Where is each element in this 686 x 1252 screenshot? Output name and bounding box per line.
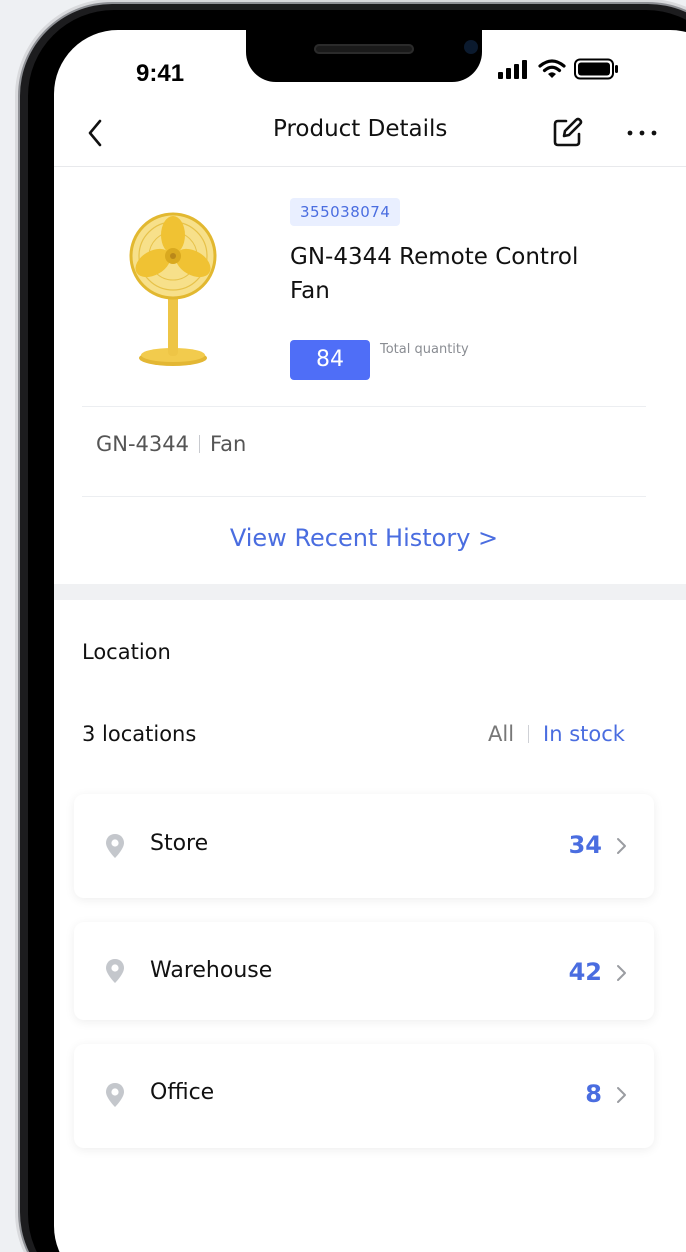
- product-meta: GN-4344 Fan: [96, 432, 246, 456]
- product-category: Fan: [210, 432, 247, 456]
- status-icons: [498, 58, 620, 80]
- location-name: Office: [150, 1080, 215, 1105]
- device-stage: 9:41 Product Details 355038074 GN-4344 R…: [0, 0, 686, 1252]
- navigation-bar: Product Details: [54, 100, 686, 167]
- location-section-title: Location: [82, 640, 171, 664]
- section-separator: [54, 584, 686, 600]
- location-quantity: 42: [568, 958, 602, 986]
- location-pin-icon: [106, 834, 124, 858]
- location-count: 3 locations: [82, 722, 197, 746]
- chevron-left-icon[interactable]: [82, 118, 110, 148]
- status-time: 9:41: [136, 60, 185, 87]
- view-recent-history-link[interactable]: View Recent History >: [54, 524, 674, 552]
- filter-separator: [528, 725, 530, 743]
- location-card-office[interactable]: Office 8: [74, 1044, 654, 1148]
- sku-badge: 355038074: [290, 198, 401, 226]
- location-card-warehouse[interactable]: Warehouse 42: [74, 922, 654, 1020]
- total-quantity-badge: 84: [290, 340, 370, 380]
- product-model: GN-4344: [96, 432, 190, 456]
- total-quantity-label: Total quantity: [380, 342, 469, 357]
- product-name: GN-4344 Remote Control Fan: [290, 244, 579, 304]
- location-name: Warehouse: [150, 958, 273, 983]
- location-quantity: 34: [568, 831, 602, 859]
- chevron-right-icon: [617, 965, 626, 981]
- stock-filter: All In stock: [488, 722, 625, 746]
- location-pin-icon: [106, 1083, 124, 1107]
- filter-in-stock-button[interactable]: In stock: [543, 722, 625, 746]
- battery-icon: [574, 58, 618, 80]
- front-camera: [464, 40, 478, 54]
- cellular-signal-icon: [498, 60, 527, 79]
- filter-all-button[interactable]: All: [488, 722, 514, 746]
- notch: [246, 30, 482, 82]
- location-quantity: 8: [585, 1080, 602, 1108]
- location-card-store[interactable]: Store 34: [74, 794, 654, 898]
- app-screen: 9:41 Product Details 355038074 GN-4344 R…: [54, 30, 686, 1252]
- divider: [82, 406, 646, 407]
- edit-icon[interactable]: [550, 116, 584, 150]
- speaker-grille: [314, 44, 414, 54]
- chevron-right-icon: [617, 1087, 626, 1103]
- location-pin-icon: [106, 959, 124, 983]
- chevron-right-icon: [617, 838, 626, 854]
- meta-separator: [199, 435, 201, 453]
- location-name: Store: [150, 831, 209, 856]
- more-icon[interactable]: [624, 120, 660, 144]
- wifi-icon: [538, 59, 566, 78]
- product-image: [129, 212, 217, 366]
- page-title: Product Details: [273, 116, 448, 142]
- divider: [82, 496, 646, 497]
